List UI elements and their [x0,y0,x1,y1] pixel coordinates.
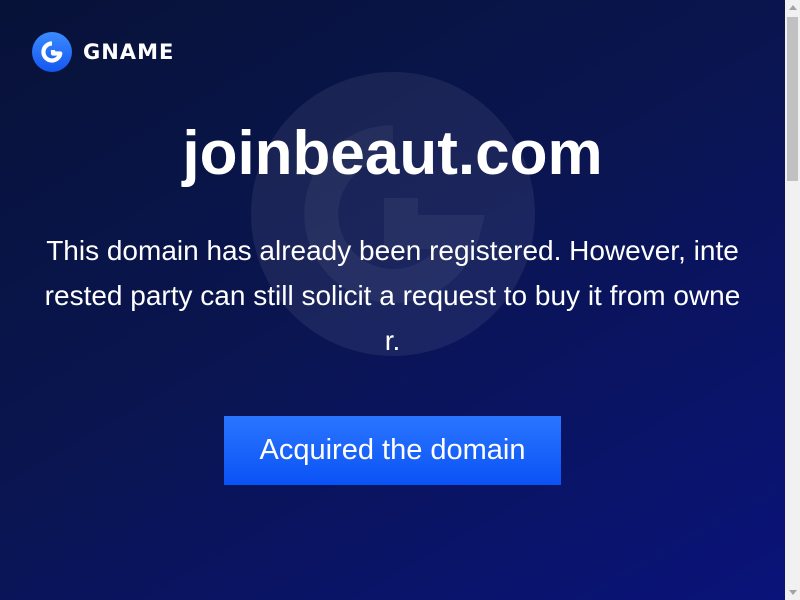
scrollbar-thumb[interactable] [787,17,798,181]
brand-header[interactable]: GNAME [32,32,174,72]
scroll-up-arrow-icon[interactable] [789,5,797,10]
registration-message: This domain has already been registered.… [44,235,741,356]
domain-title: joinbeaut.com [182,119,603,188]
vertical-scrollbar[interactable] [785,0,800,600]
scroll-down-arrow-icon[interactable] [789,590,797,595]
gname-logo-icon [32,32,72,72]
brand-name: GNAME [83,40,175,64]
domain-parking-page: GNAME joinbeaut.com This domain has alre… [0,0,785,600]
browser-viewport: GNAME joinbeaut.com This domain has alre… [0,0,800,600]
acquire-domain-button[interactable]: Acquired the domain [224,416,561,485]
